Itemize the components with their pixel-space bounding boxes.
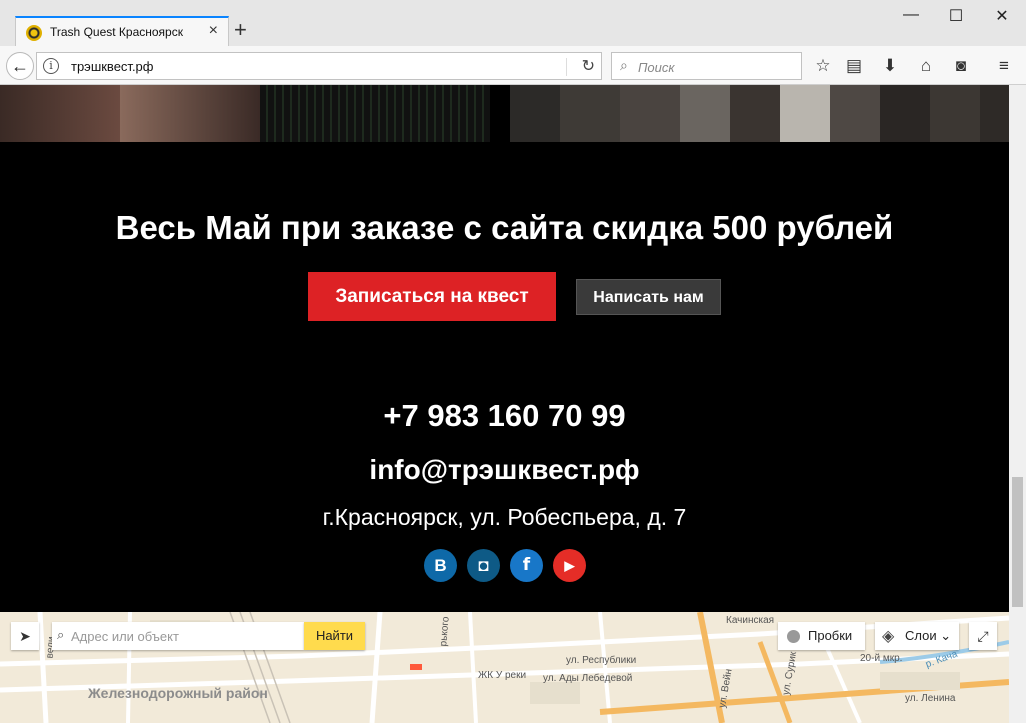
- scrollbar-thumb[interactable]: [1012, 477, 1023, 607]
- pocket-icon[interactable]: ◙: [949, 54, 973, 78]
- tab-title: Trash Quest Красноярск: [50, 25, 183, 39]
- map-traffic-label: Пробки: [808, 628, 853, 643]
- contact-email[interactable]: info@трэшквест.рф: [0, 454, 1009, 486]
- bookmark-star-icon[interactable]: ☆: [811, 54, 835, 78]
- reading-list-icon[interactable]: ▤: [842, 54, 866, 78]
- geolocation-button[interactable]: ➤: [11, 622, 39, 650]
- url-divider: [566, 58, 567, 76]
- write-us-button[interactable]: Написать нам: [576, 279, 721, 315]
- instagram-icon[interactable]: ◘: [467, 549, 500, 582]
- hero-image-strip: [0, 85, 1009, 142]
- close-tab-icon[interactable]: ×: [209, 22, 218, 40]
- map-search-input[interactable]: ⌕ Адрес или объект: [52, 622, 304, 650]
- download-icon[interactable]: ⬇: [878, 54, 902, 78]
- book-quest-button[interactable]: Записаться на квест: [308, 272, 556, 321]
- back-button[interactable]: ←: [6, 52, 34, 80]
- facebook-icon[interactable]: f: [510, 549, 543, 582]
- contact-address: г.Красноярск, ул. Робеспьера, д. 7: [322, 504, 687, 530]
- search-icon: ⌕: [620, 57, 628, 73]
- browser-titlebar: Trash Quest Красноярск × + — ☐ ✕: [0, 0, 1026, 48]
- map-district-label: Железнодорожный район: [88, 685, 268, 701]
- chevron-down-icon: ⌄: [940, 628, 952, 643]
- map-label-respubliki: ул. Республики: [566, 655, 637, 666]
- map-fullscreen-button[interactable]: ⤢: [969, 622, 997, 650]
- url-text[interactable]: трэшквест.рф: [71, 59, 153, 74]
- map-label-lenina: ул. Ленина: [905, 693, 956, 704]
- url-bar[interactable]: i трэшквест.рф ↻: [36, 52, 602, 80]
- youtube-icon[interactable]: ▶: [553, 549, 586, 582]
- map-find-button[interactable]: Найти: [304, 622, 365, 650]
- menu-icon[interactable]: ≡: [992, 54, 1016, 78]
- new-tab-button[interactable]: +: [234, 18, 247, 42]
- search-bar[interactable]: ⌕ Поиск: [611, 52, 802, 80]
- reload-icon[interactable]: ↻: [582, 56, 595, 76]
- page-scrollbar[interactable]: [1009, 85, 1026, 723]
- maximize-icon[interactable]: ☐: [933, 6, 979, 26]
- minimize-icon[interactable]: —: [888, 6, 934, 24]
- home-icon[interactable]: ⌂: [914, 54, 938, 78]
- map-label-ady-lebedevoy: ул. Ады Лебедевой: [543, 673, 633, 684]
- map-layers-button[interactable]: ◈ Слои ⌄: [875, 622, 959, 650]
- layers-icon: ◈: [882, 628, 895, 645]
- map-traffic-button[interactable]: Пробки: [778, 622, 865, 650]
- social-links: B ◘ f ▶: [424, 549, 586, 582]
- page-content: Весь Май при заказе с сайта скидка 500 р…: [0, 85, 1009, 723]
- traffic-icon: [787, 630, 800, 643]
- contact-phone[interactable]: +7 983 160 70 99: [0, 398, 1009, 434]
- promo-title: Весь Май при заказе с сайта скидка 500 р…: [115, 209, 894, 246]
- browser-tab[interactable]: Trash Quest Красноярск ×: [15, 16, 229, 48]
- map-layers-label: Слои: [905, 628, 937, 643]
- map-search-placeholder[interactable]: Адрес или объект: [71, 629, 179, 644]
- map-search-icon: ⌕: [57, 627, 65, 642]
- search-placeholder[interactable]: Поиск: [638, 60, 675, 75]
- map-widget[interactable]: Железнодорожный район ул. Республики ул.…: [0, 612, 1009, 723]
- map-label-20-mkr: 20-й мкр.: [860, 653, 903, 664]
- site-favicon-icon: [26, 25, 42, 41]
- window-close-icon[interactable]: ✕: [979, 6, 1025, 26]
- browser-navbar: ← i трэшквест.рф ↻ ⌕ Поиск ☆ ▤ ⬇ ⌂ ◙ ≡: [0, 46, 1026, 85]
- map-label-zhk: ЖК У реки: [478, 670, 527, 681]
- site-info-icon[interactable]: i: [43, 58, 59, 74]
- map-label-kachinskaya: Качинская: [726, 615, 775, 626]
- vk-icon[interactable]: B: [424, 549, 457, 582]
